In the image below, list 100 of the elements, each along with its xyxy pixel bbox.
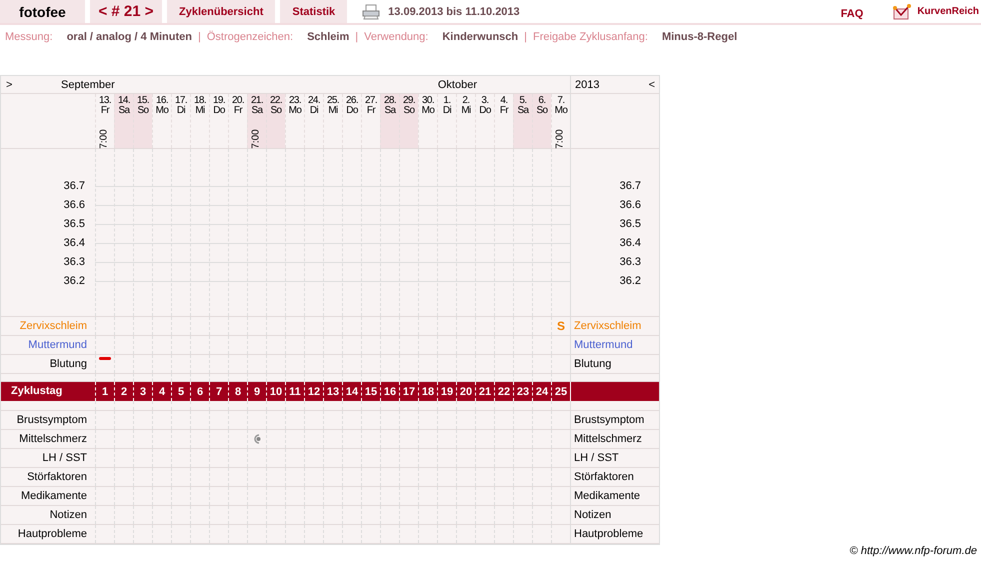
temperature-label: 36.3 [64,255,85,270]
row-label: Blutung [50,358,87,370]
row-label: Blutung [574,358,612,370]
day-header: 7. Mo 7:00 [551,94,570,148]
date-range: 13.09.2013 bis 11.10.2013 [388,6,520,18]
row-label: Muttermund [28,339,87,351]
cycle-day-number: 7 [216,386,222,398]
row-label: Medikamente [20,490,87,502]
temperature-label: 36.6 [620,198,641,213]
info-label: Messung: [5,31,53,43]
cycle-day-number: 15 [364,386,378,398]
temperature-label: 36.5 [64,217,85,232]
row-label: Störfaktoren [27,471,87,483]
cycle-day-number: 9 [254,386,260,398]
day-header: 17. Di [171,94,190,148]
row-label: Brustsymptom [16,414,87,426]
temperature-label: 36.7 [64,179,85,194]
bleeding-mark [99,357,111,360]
row-label: Hautprobleme [18,528,87,540]
cycle-day-number: 16 [384,386,396,398]
day-header: 24. Di [304,94,323,148]
cycle-day-number: 11 [289,386,301,398]
cycle-day-number: 19 [440,386,454,398]
info-value: Schleim [307,31,350,43]
row-label: LH / SST [574,452,619,464]
next-button[interactable]: < [648,78,655,90]
temperature-label: 36.7 [620,179,641,194]
time-label: 7:00 [252,129,262,149]
cycle-day-number: 6 [196,386,204,398]
day-header: 23. Mo [285,94,304,148]
cycle-day-number: 14 [346,386,358,398]
cycle-day-number: 1 [102,386,108,398]
mucus-mark: S [556,319,565,333]
row-label: Brustsymptom [574,414,644,426]
cycle-day-number: 17 [402,386,416,398]
cycle-day-number: 24 [536,386,548,398]
crescent-dot-icon [252,434,262,444]
cycle-day-number: 18 [422,386,434,398]
month-label: Oktober [438,78,477,90]
cycle-day-number: 3 [140,386,146,398]
day-header: 14. Sa [114,94,133,148]
row-label: Mittelschmerz [574,433,642,445]
info-value: Kinderwunsch [442,31,518,43]
previous-button[interactable]: > [1,78,61,90]
cycle-navigation[interactable]: < # 21 > [90,0,162,23]
cycle-day-number: 13 [326,386,340,398]
cycle-day-number: 22 [498,386,510,398]
temperature-label: 36.4 [620,236,641,251]
info-label: Verwendung: [364,31,428,43]
day-header: 18. Mi [190,94,209,148]
time-label: 7:00 [100,129,110,149]
cycle-day-number: 8 [234,386,242,398]
day-header: 3. Do [475,94,494,148]
temperature-label: 36.4 [64,236,85,251]
day-header: 1. Di [437,94,456,148]
cycle-day-number: 10 [270,386,282,398]
day-header: 21. Sa 7:00 [247,94,266,148]
day-header: 5. Sa [513,94,532,148]
day-header: 26. Do [342,94,361,148]
cycle-day-number: 20 [460,386,472,398]
cycle-day-number: 23 [516,386,530,398]
day-header: 15. So [133,94,152,148]
day-header: 6. So [532,94,551,148]
temperature-label: 36.2 [620,274,641,289]
temperature-label: 36.2 [64,274,85,289]
faq-link[interactable]: FAQ [840,8,864,20]
cycle-day-number: 25 [554,386,568,398]
cycle-day-number: 2 [120,386,128,398]
separator: | [355,31,358,43]
printer-icon[interactable] [362,4,380,20]
row-label: Mittelschmerz [19,433,87,445]
row-label: Notizen [574,509,612,521]
row-label: Störfaktoren [574,471,634,483]
day-header: 16. Mo [152,94,171,148]
copyright-text: © http://www.nfp-forum.de [850,545,977,557]
cycle-day-number: 5 [178,386,184,398]
info-label: Freigabe Zyklusanfang: [533,31,648,43]
line-chart-icon [892,4,912,20]
temperature-label: 36.5 [620,217,641,232]
row-label: LH / SST [42,452,87,464]
row-label: Zervixschleim [20,320,87,332]
separator: | [524,31,527,43]
day-header: 22. So [266,94,285,148]
cycle-day-label: Zyklustag [11,385,62,397]
nav-tab[interactable]: Zyklenübersicht [167,0,276,23]
logo-text[interactable]: KurvenReich [917,6,979,17]
info-value: Minus-8-Regel [662,31,738,43]
row-label: Hautprobleme [574,528,644,540]
nav-tab[interactable]: Statistik [280,0,348,23]
brand-tab[interactable]: fotofee [0,0,85,23]
row-label: Notizen [50,509,87,521]
row-label: Zervixschleim [574,320,642,332]
day-header: 19. Do [209,94,228,148]
cycle-day-number: 21 [478,386,492,398]
temperature-label: 36.3 [620,255,641,270]
info-value: oral / analog / 4 Minuten [66,31,192,43]
cycle-day-number: 4 [158,386,166,398]
day-header: 29. So [399,94,418,148]
day-header: 30. Mo [418,94,437,148]
day-header: 2. Mi [456,94,475,148]
